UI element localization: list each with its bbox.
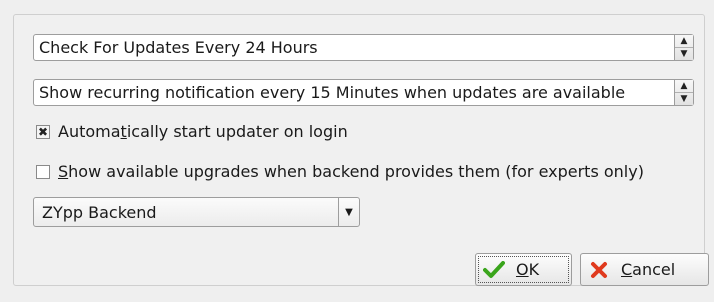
backend-selected-value[interactable]: ZYpp Backend [34,203,338,222]
notification-interval-spinbox[interactable]: Show recurring notification every 15 Min… [33,79,694,106]
show-upgrades-checkbox[interactable] [36,164,50,179]
cancel-label: Cancel [621,260,676,279]
update-interval-stepper[interactable]: ▲ ▼ [674,35,693,60]
notification-interval-stepper[interactable]: ▲ ▼ [674,80,693,105]
chevron-down-icon[interactable]: ▼ [338,198,359,226]
spin-down-icon[interactable]: ▼ [675,93,693,105]
show-upgrades-checkbox-row[interactable]: Show available upgrades when backend pro… [36,162,644,181]
checkmark-icon [482,258,506,282]
cancel-x-icon [587,258,611,282]
show-upgrades-label: Show available upgrades when backend pro… [58,162,644,181]
notification-interval-value[interactable]: Show recurring notification every 15 Min… [34,83,674,102]
backend-select[interactable]: ZYpp Backend ▼ [33,197,360,227]
spin-down-icon[interactable]: ▼ [675,48,693,60]
autostart-label: Automatically start updater on login [58,122,348,141]
updater-settings-dialog: Check For Updates Every 24 Hours ▲ ▼ Sho… [0,0,714,302]
autostart-checkbox[interactable]: ✖ [36,124,50,139]
ok-button[interactable]: OK [475,253,572,286]
update-interval-value[interactable]: Check For Updates Every 24 Hours [34,38,674,57]
update-interval-spinbox[interactable]: Check For Updates Every 24 Hours ▲ ▼ [33,34,694,61]
spin-up-icon[interactable]: ▲ [675,35,693,48]
autostart-checkbox-row[interactable]: ✖ Automatically start updater on login [36,122,348,141]
ok-label: OK [516,260,540,279]
spin-up-icon[interactable]: ▲ [675,80,693,93]
cancel-button[interactable]: Cancel [580,253,709,286]
